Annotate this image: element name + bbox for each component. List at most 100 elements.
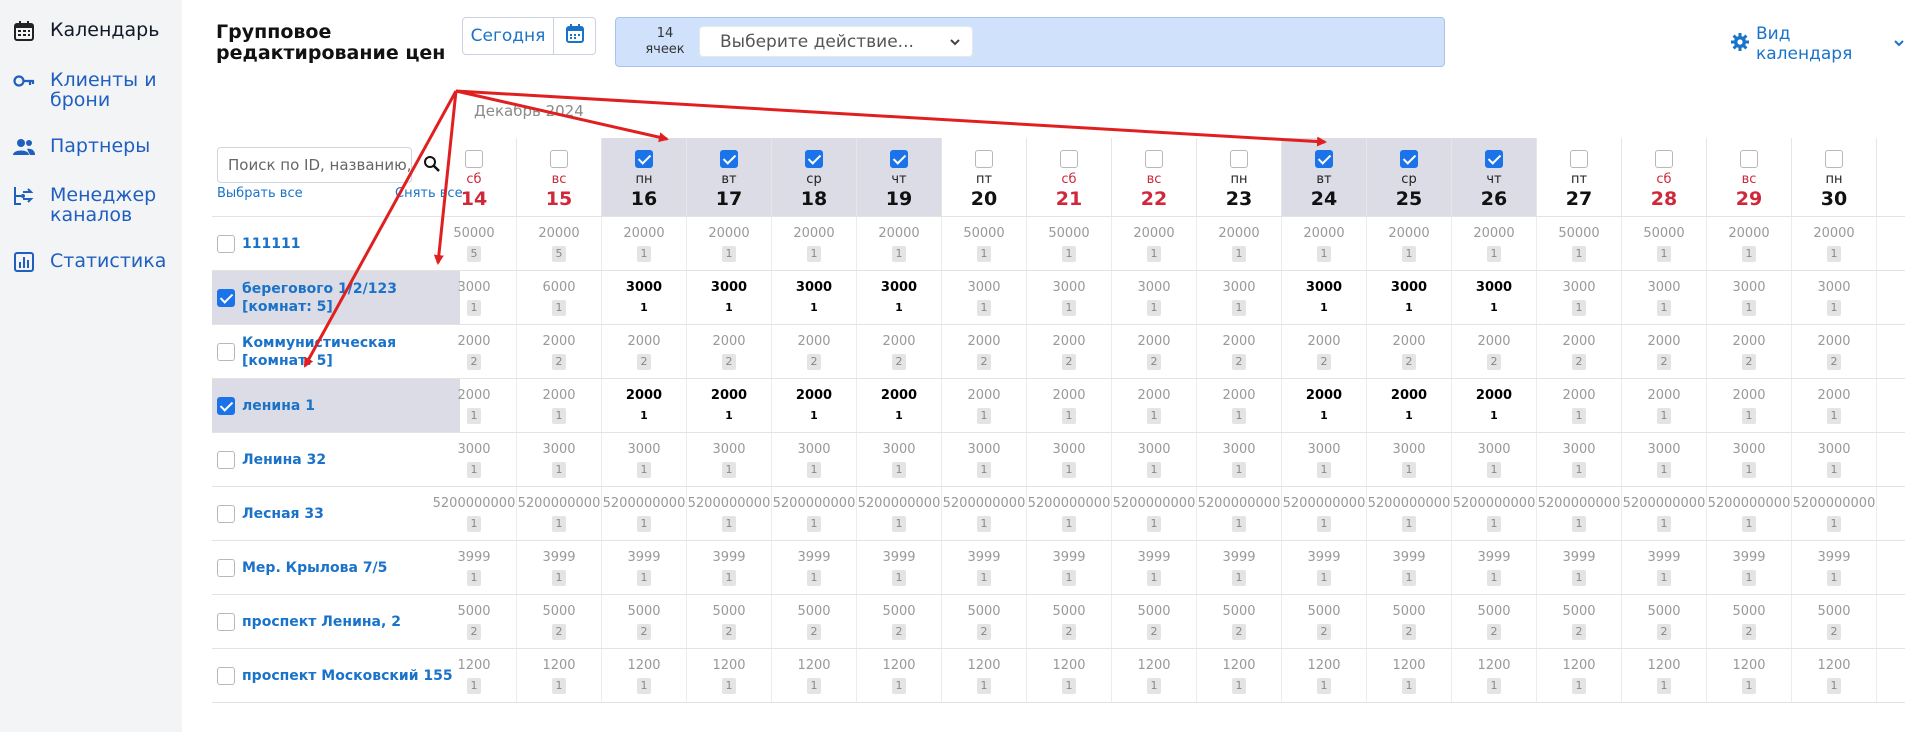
price-cell[interactable]: 3000 1 [1282, 271, 1367, 324]
day-checkbox[interactable] [1570, 150, 1588, 168]
price-cell[interactable]: 2000 2 [1197, 325, 1282, 378]
day-checkbox[interactable] [890, 150, 908, 168]
room-name-link[interactable]: берегового 1/2/123 [комнат: 5] [242, 280, 397, 316]
price-cell[interactable]: 2000 1 [687, 379, 772, 432]
price-cell[interactable]: 2000 2 [1027, 325, 1112, 378]
price-cell[interactable]: 1200 1 [1537, 649, 1622, 702]
price-cell[interactable]: 3000 1 [1367, 433, 1452, 486]
select-all-link[interactable]: Выбрать все [217, 186, 303, 201]
price-cell[interactable]: 5000 2 [1537, 595, 1622, 648]
search-input[interactable]: Поиск по ID, названию, а [217, 147, 412, 183]
price-cell[interactable]: 3000 1 [1537, 271, 1622, 324]
price-cell[interactable]: 5000 2 [1282, 595, 1367, 648]
price-cell[interactable]: 3000 1 [1112, 271, 1197, 324]
room-name-link[interactable]: 111111 [242, 235, 300, 253]
price-cell[interactable]: 2000 1 [602, 379, 687, 432]
price-cell[interactable]: 2000 2 [1112, 325, 1197, 378]
price-cell[interactable]: 5200000000 1 [1197, 487, 1282, 540]
room-checkbox[interactable] [217, 288, 235, 307]
price-cell[interactable]: 2000 2 [1622, 325, 1707, 378]
room-checkbox[interactable] [217, 396, 235, 415]
price-cell[interactable]: 2000 1 [432, 379, 517, 432]
price-cell[interactable]: 3000 1 [1622, 271, 1707, 324]
price-cell[interactable]: 3000 1 [1027, 271, 1112, 324]
price-cell[interactable]: 2000 2 [687, 325, 772, 378]
price-cell[interactable]: 3000 1 [1537, 433, 1622, 486]
room-checkbox[interactable] [217, 504, 235, 523]
price-cell[interactable]: 1200 1 [942, 649, 1027, 702]
price-cell[interactable]: 3999 1 [857, 541, 942, 594]
price-cell[interactable]: 5200000000 1 [1112, 487, 1197, 540]
price-cell[interactable]: 3999 1 [772, 541, 857, 594]
room-checkbox[interactable] [217, 666, 235, 685]
price-cell[interactable]: 20000 1 [687, 217, 772, 270]
price-cell[interactable]: 5000 2 [1112, 595, 1197, 648]
price-cell[interactable]: 3999 1 [1792, 541, 1877, 594]
price-cell[interactable]: 20000 1 [602, 217, 687, 270]
price-cell[interactable]: 2000 1 [1367, 379, 1452, 432]
price-cell[interactable]: 3000 1 [772, 271, 857, 324]
price-cell[interactable]: 50000 1 [1537, 217, 1622, 270]
price-cell[interactable]: 20000 1 [1197, 217, 1282, 270]
price-cell[interactable]: 3999 1 [602, 541, 687, 594]
day-checkbox[interactable] [975, 150, 993, 168]
price-cell[interactable]: 1200 1 [517, 649, 602, 702]
price-cell[interactable]: 2000 1 [1792, 379, 1877, 432]
room-name-link[interactable]: Ленина 32 [242, 451, 326, 469]
price-cell[interactable]: 5000 2 [1452, 595, 1537, 648]
price-cell[interactable]: 2000 2 [1792, 325, 1877, 378]
nav-calendar[interactable]: Календарь [12, 20, 159, 42]
price-cell[interactable]: 20000 1 [1792, 217, 1877, 270]
price-cell[interactable]: 3000 1 [1622, 433, 1707, 486]
day-checkbox[interactable] [1740, 150, 1758, 168]
price-cell[interactable]: 2000 1 [1622, 379, 1707, 432]
price-cell[interactable]: 2000 1 [1027, 379, 1112, 432]
room-checkbox[interactable] [217, 234, 235, 253]
price-cell[interactable]: 20000 1 [1367, 217, 1452, 270]
price-cell[interactable]: 2000 1 [772, 379, 857, 432]
price-cell[interactable]: 2000 1 [942, 379, 1027, 432]
price-cell[interactable]: 3000 1 [1197, 433, 1282, 486]
price-cell[interactable]: 2000 2 [517, 325, 602, 378]
price-cell[interactable]: 1200 1 [772, 649, 857, 702]
price-cell[interactable]: 3000 1 [432, 271, 517, 324]
price-cell[interactable]: 3000 1 [857, 433, 942, 486]
price-cell[interactable]: 3999 1 [1452, 541, 1537, 594]
price-cell[interactable]: 1200 1 [432, 649, 517, 702]
price-cell[interactable]: 5000 2 [432, 595, 517, 648]
day-checkbox[interactable] [1060, 150, 1078, 168]
day-checkbox[interactable] [1655, 150, 1673, 168]
price-cell[interactable]: 2000 1 [1537, 379, 1622, 432]
price-cell[interactable]: 2000 1 [1707, 379, 1792, 432]
price-cell[interactable]: 5000 2 [517, 595, 602, 648]
price-cell[interactable]: 3000 1 [517, 433, 602, 486]
price-cell[interactable]: 2000 2 [772, 325, 857, 378]
room-name-link[interactable]: проспект Московский 155 [242, 667, 453, 685]
price-cell[interactable]: 5000 2 [857, 595, 942, 648]
nav-channel-manager[interactable]: Менеджер каналов [12, 185, 156, 225]
day-checkbox[interactable] [635, 150, 653, 168]
price-cell[interactable]: 5000 2 [1622, 595, 1707, 648]
price-cell[interactable]: 3000 1 [1027, 433, 1112, 486]
price-cell[interactable]: 3000 1 [1707, 271, 1792, 324]
price-cell[interactable]: 1200 1 [1197, 649, 1282, 702]
price-cell[interactable]: 1200 1 [687, 649, 772, 702]
price-cell[interactable]: 5000 2 [1197, 595, 1282, 648]
price-cell[interactable]: 5000 2 [1027, 595, 1112, 648]
price-cell[interactable]: 20000 5 [517, 217, 602, 270]
day-checkbox[interactable] [1485, 150, 1503, 168]
room-name-link[interactable]: Лесная 33 [242, 505, 324, 523]
price-cell[interactable]: 3000 1 [602, 271, 687, 324]
price-cell[interactable]: 1200 1 [1027, 649, 1112, 702]
price-cell[interactable]: 50000 1 [942, 217, 1027, 270]
price-cell[interactable]: 20000 1 [1452, 217, 1537, 270]
price-cell[interactable]: 2000 2 [1452, 325, 1537, 378]
price-cell[interactable]: 50000 1 [1027, 217, 1112, 270]
nav-statistics[interactable]: Статистика [12, 251, 166, 273]
price-cell[interactable]: 6000 1 [517, 271, 602, 324]
price-cell[interactable]: 3999 1 [517, 541, 602, 594]
price-cell[interactable]: 5000 2 [772, 595, 857, 648]
price-cell[interactable]: 2000 1 [857, 379, 942, 432]
price-cell[interactable]: 5000 2 [1792, 595, 1877, 648]
nav-clients[interactable]: Клиенты и брони [12, 70, 157, 110]
